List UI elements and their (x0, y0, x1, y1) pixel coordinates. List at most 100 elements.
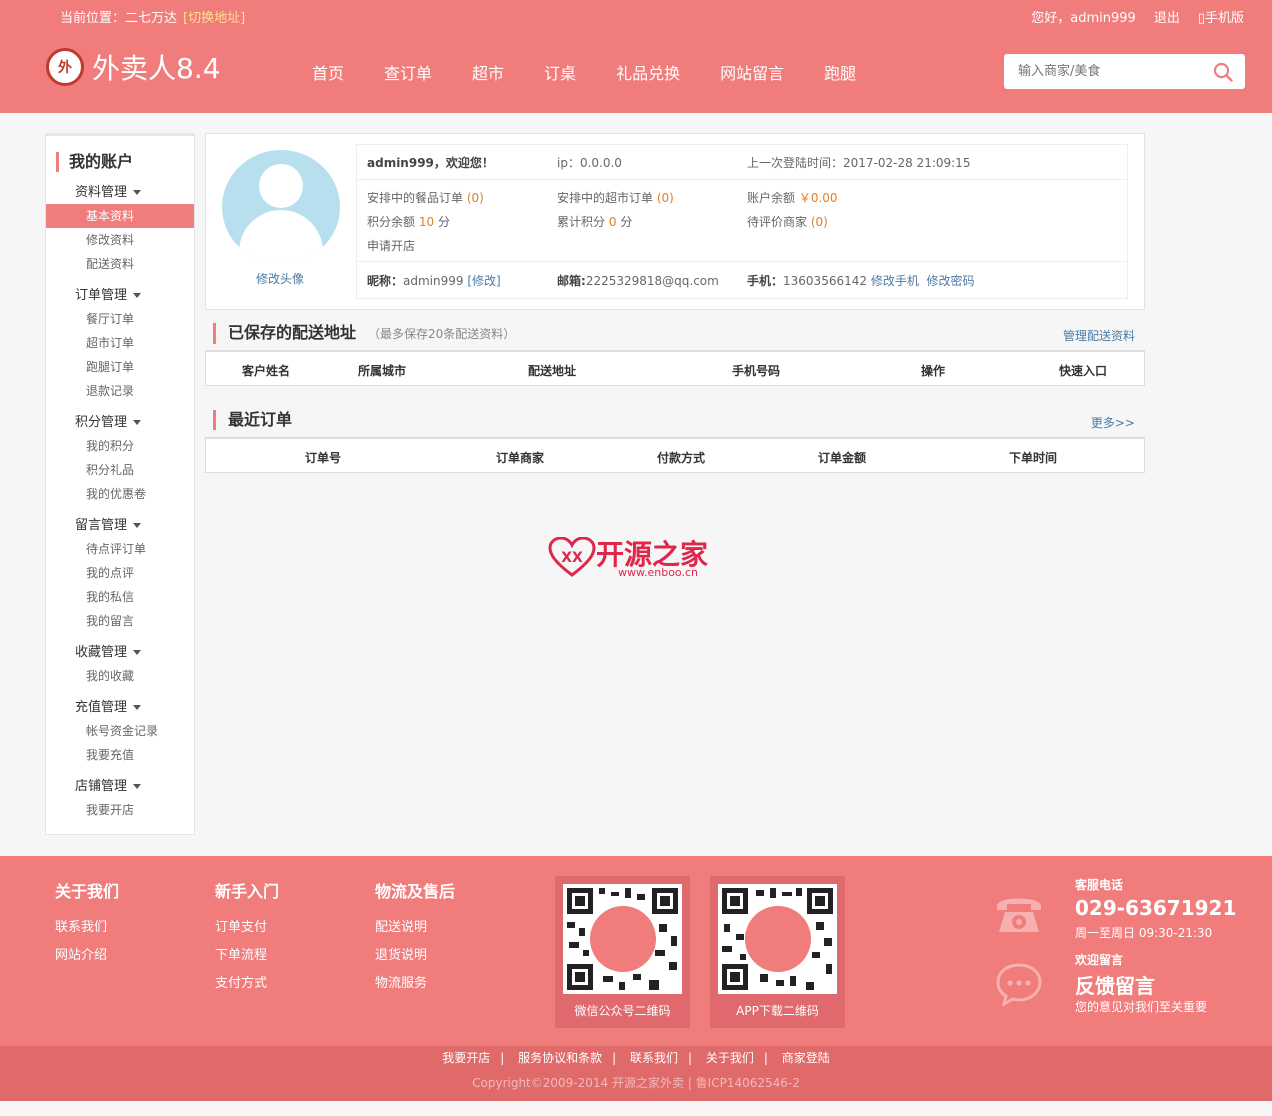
search-input[interactable] (1004, 54, 1194, 89)
manage-address-link[interactable]: 管理配送资料 (1063, 327, 1135, 344)
logout-link[interactable]: 退出 (1154, 7, 1180, 26)
sidebar-group-title[interactable]: 积分管理 (46, 412, 194, 434)
bottom-link-contact[interactable]: 联系我们 (630, 1051, 678, 1065)
bottom-link-about[interactable]: 关于我们 (706, 1051, 754, 1065)
points-label: 积分余额 (367, 215, 416, 229)
nav-track-order[interactable]: 查订单 (384, 60, 432, 84)
sidebar-group-title[interactable]: 订单管理 (46, 285, 194, 307)
sidebar-item-delivery-info[interactable]: 配送资料 (46, 252, 194, 276)
sidebar-item-open-shop[interactable]: 我要开店 (46, 798, 194, 822)
change-password-link[interactable]: 修改密码 (926, 274, 974, 288)
avatar-body-icon (239, 210, 323, 264)
heart-logo-icon: XX (548, 537, 596, 577)
footer-link-returns[interactable]: 退货说明 (375, 942, 455, 970)
qr-code-icon (718, 884, 837, 994)
col-phone: 手机号码 (732, 364, 781, 378)
caret-down-icon (133, 784, 142, 789)
nickname-value: admin999 (403, 274, 464, 288)
footer-heading: 关于我们 (55, 882, 120, 901)
sidebar-item-restaurant-orders[interactable]: 餐厅订单 (46, 307, 194, 331)
footer-link-order-payment[interactable]: 订单支付 (215, 914, 279, 942)
group-label: 留言管理 (75, 518, 128, 533)
current-location: 当前位置：二七万达 [切换地址] (60, 7, 245, 26)
sidebar-group-messages: 留言管理 待点评订单 我的点评 我的私信 我的留言 (46, 515, 194, 633)
apply-shop-link[interactable]: 申请开店 (367, 237, 415, 254)
sidebar-group-profile: 资料管理 基本资料 修改资料 配送资料 (46, 182, 194, 276)
group-label: 订单管理 (75, 288, 128, 303)
footer-link-delivery[interactable]: 配送说明 (375, 914, 455, 942)
nav-guestbook[interactable]: 网站留言 (720, 60, 784, 84)
service-hours: 周一至周日 09:30-21:30 (1075, 926, 1213, 940)
mobile-version-link[interactable]: ▯手机版 (1198, 7, 1244, 26)
footer-heading: 物流及售后 (375, 882, 456, 901)
avatar[interactable] (222, 150, 340, 264)
points-unit: 分 (437, 215, 450, 229)
sidebar-item-coupons[interactable]: 我的优惠卷 (46, 482, 194, 506)
profile-info-box: admin999，欢迎您！ ip：0.0.0.0 上一次登陆时间：2017-02… (356, 144, 1128, 299)
sidebar-item-basic-info[interactable]: 基本资料 (46, 204, 194, 228)
service-phone[interactable]: 029-63671921 (1075, 896, 1236, 920)
meal-orders-count[interactable]: (0) (467, 191, 484, 205)
divider (357, 179, 1127, 180)
feedback-desc: 您的意见对我们至关重要 (1075, 1000, 1208, 1014)
nav-home[interactable]: 首页 (312, 60, 344, 84)
sidebar-item-my-messages[interactable]: 我的留言 (46, 609, 194, 633)
nav-errand[interactable]: 跑腿 (824, 60, 856, 84)
address-section-header: 已保存的配送地址 （最多保存20条配送资料） 管理配送资料 (205, 323, 1145, 345)
bottom-link-merchant-login[interactable]: 商家登陆 (782, 1051, 830, 1065)
sidebar-group-recharge: 充值管理 帐号资金记录 我要充值 (46, 697, 194, 767)
caret-down-icon (133, 523, 142, 528)
sidebar-item-my-reviews[interactable]: 我的点评 (46, 561, 194, 585)
pending-review-count[interactable]: (0) (811, 215, 828, 229)
sidebar-group-title[interactable]: 收藏管理 (46, 642, 194, 664)
sidebar-item-pending-reviews[interactable]: 待点评订单 (46, 537, 194, 561)
sidebar-item-my-points[interactable]: 我的积分 (46, 434, 194, 458)
feedback-link[interactable]: 反馈留言 (1075, 970, 1155, 999)
sidebar-item-market-orders[interactable]: 超市订单 (46, 331, 194, 355)
footer-link-payment-methods[interactable]: 支付方式 (215, 970, 279, 998)
feedback-label: 欢迎留言 (1075, 953, 1124, 967)
change-phone-link[interactable]: 修改手机 (871, 274, 919, 288)
search-icon[interactable] (1213, 62, 1233, 82)
phone-icon: ▯ (1197, 11, 1205, 26)
balance-label: 账户余额 (747, 191, 796, 205)
watermark: XX 开源之家 www.enboo.cn (548, 533, 728, 585)
sidebar-item-refunds[interactable]: 退款记录 (46, 379, 194, 403)
site-logo[interactable]: 外 外卖人8.4 (46, 47, 221, 87)
bottom-link-open-shop[interactable]: 我要开店 (442, 1051, 490, 1065)
change-avatar-link[interactable]: 修改头像 (256, 270, 304, 287)
footer-link-logistics[interactable]: 物流服务 (375, 970, 455, 998)
sidebar-group-title[interactable]: 资料管理 (46, 182, 194, 204)
footer-link-contact[interactable]: 联系我们 (55, 914, 119, 942)
sidebar-group-title[interactable]: 留言管理 (46, 515, 194, 537)
caret-down-icon (133, 293, 142, 298)
sidebar-item-my-favorites[interactable]: 我的收藏 (46, 664, 194, 688)
nav-gift-exchange[interactable]: 礼品兑换 (616, 60, 680, 84)
sidebar-item-recharge[interactable]: 我要充值 (46, 743, 194, 767)
nav-book-table[interactable]: 订桌 (544, 60, 576, 84)
sidebar-item-fund-records[interactable]: 帐号资金记录 (46, 719, 194, 743)
market-orders-count[interactable]: (0) (657, 191, 674, 205)
sidebar-item-errand-orders[interactable]: 跑腿订单 (46, 355, 194, 379)
bottom-link-terms[interactable]: 服务协议和条款 (518, 1051, 602, 1065)
sidebar-item-edit-info[interactable]: 修改资料 (46, 228, 194, 252)
footer-link-order-process[interactable]: 下单流程 (215, 942, 279, 970)
market-orders: 安排中的超市订单 (0) (557, 189, 674, 206)
sidebar-group-title[interactable]: 店铺管理 (46, 776, 194, 798)
sidebar-item-private-messages[interactable]: 我的私信 (46, 585, 194, 609)
sidebar-group-title[interactable]: 充值管理 (46, 697, 194, 719)
last-login-text: 上一次登陆时间：2017-02-28 21:09:15 (747, 156, 971, 170)
switch-address-link[interactable]: [切换地址] (183, 11, 245, 26)
more-orders-link[interactable]: 更多>> (1091, 414, 1135, 431)
edit-nickname-link[interactable]: [修改] (467, 274, 500, 288)
sidebar-item-point-gifts[interactable]: 积分礼品 (46, 458, 194, 482)
avatar-head-icon (259, 164, 303, 208)
balance-value: ￥0.00 (798, 191, 838, 205)
footer-link-intro[interactable]: 网站介绍 (55, 942, 119, 970)
sidebar-group-favorites: 收藏管理 我的收藏 (46, 642, 194, 688)
col-action: 操作 (921, 364, 946, 378)
total-points-unit: 分 (620, 215, 633, 229)
nav-market[interactable]: 超市 (472, 60, 504, 84)
group-label: 充值管理 (75, 700, 128, 715)
ip-text: ip：0.0.0.0 (557, 156, 622, 170)
